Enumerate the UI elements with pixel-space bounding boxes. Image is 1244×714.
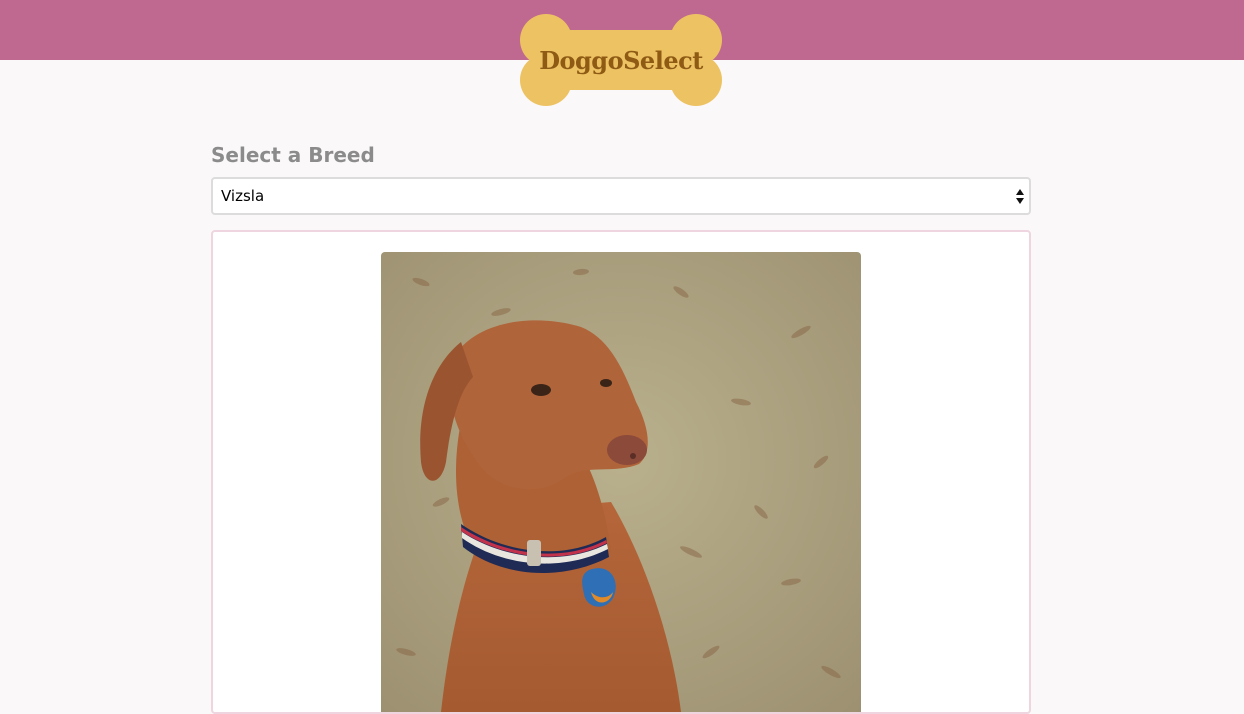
select-breed-label: Select a Breed — [211, 143, 375, 167]
breed-select-value: Vizsla — [221, 187, 265, 205]
select-arrows-icon — [1016, 189, 1024, 204]
logo[interactable]: DoggoSelect — [520, 14, 722, 106]
breed-select[interactable]: Vizsla — [211, 177, 1031, 215]
logo-text: DoggoSelect — [539, 45, 703, 75]
dog-photo — [381, 252, 861, 712]
